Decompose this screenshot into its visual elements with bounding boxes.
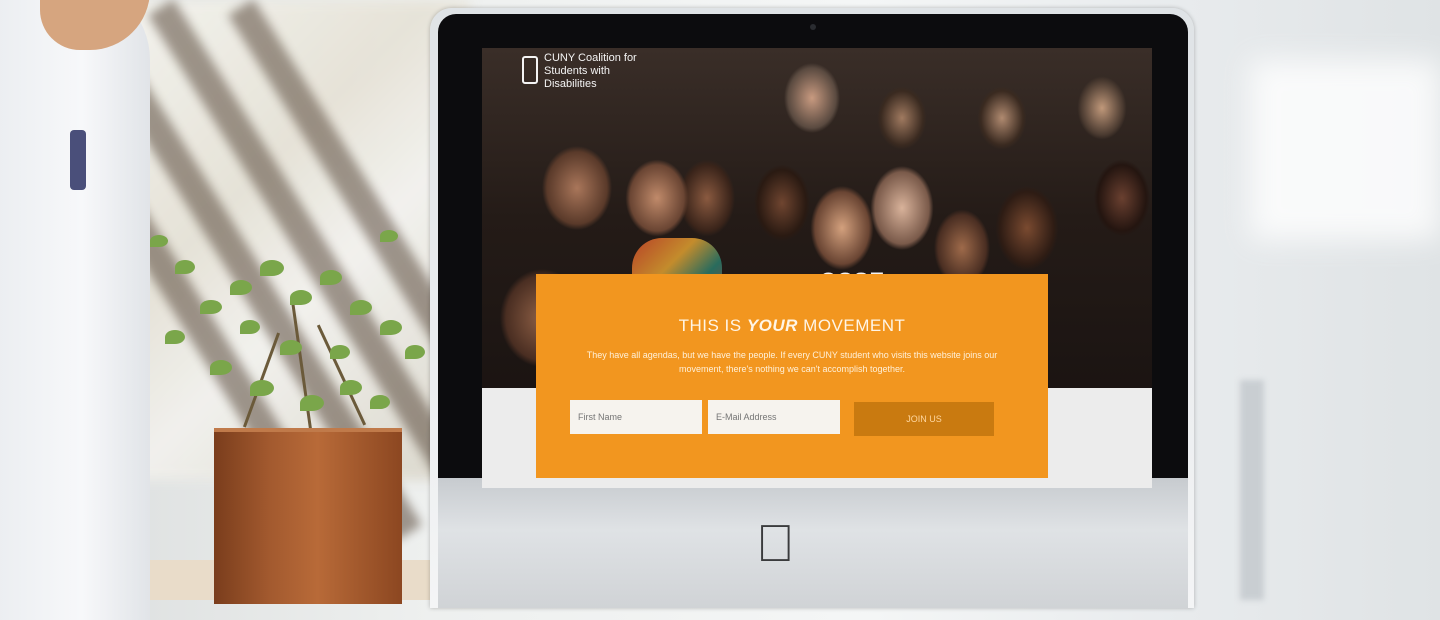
monitor-chin:  xyxy=(438,478,1188,608)
first-name-input[interactable] xyxy=(570,400,702,434)
signup-panel: THIS IS YOUR MOVEMENT They have all agen… xyxy=(536,274,1048,478)
background-pillar xyxy=(1240,380,1264,600)
camera-icon xyxy=(810,24,816,30)
website-screen: CCSE CUNY Coalition for Students with Di… xyxy=(482,48,1152,488)
apple-logo-icon:  xyxy=(756,518,795,570)
site-logo-icon xyxy=(522,56,538,84)
signup-description: They have all agendas, but we have the p… xyxy=(586,350,998,374)
person-tie xyxy=(70,130,86,190)
email-input[interactable] xyxy=(708,400,840,434)
signup-title: THIS IS YOUR MOVEMENT xyxy=(678,316,906,335)
site-logo-text: CUNY Coalition for Students with Disabil… xyxy=(544,52,637,90)
plant-pot xyxy=(214,428,402,604)
background-light xyxy=(1250,60,1440,240)
join-us-button[interactable]: JOIN US xyxy=(854,402,994,436)
person-shirt xyxy=(0,0,150,620)
